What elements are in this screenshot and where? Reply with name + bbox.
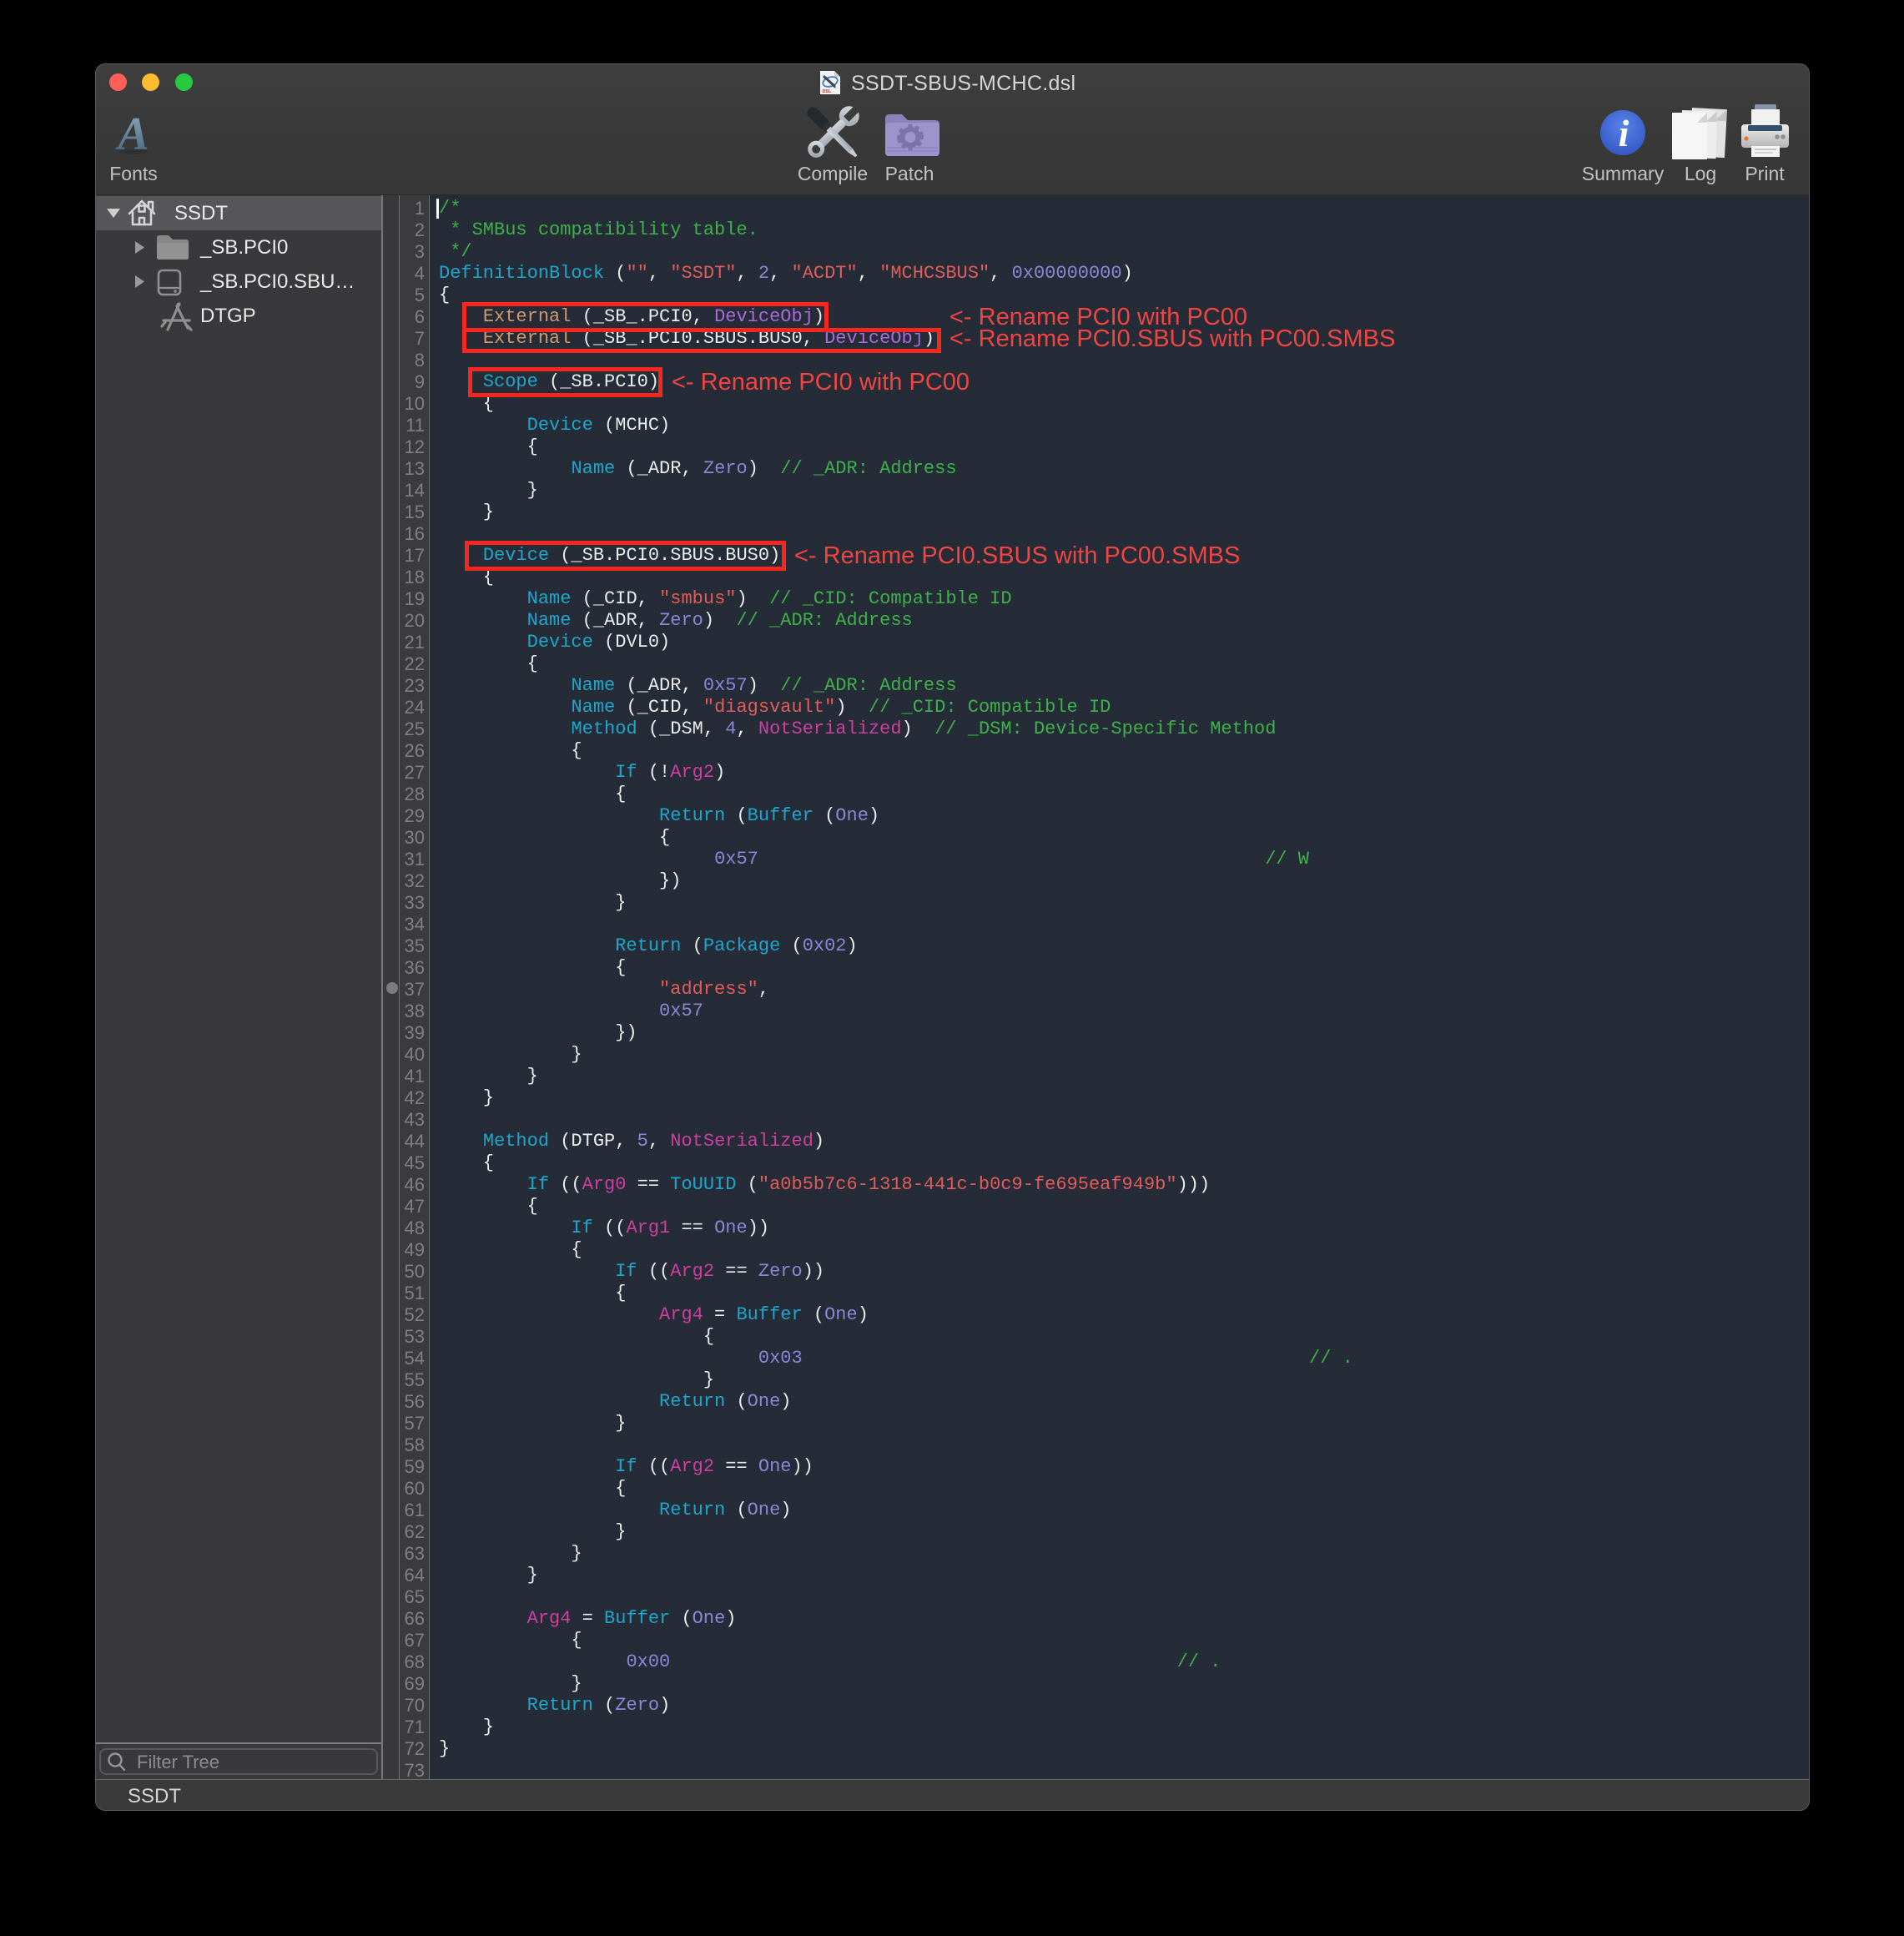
- svg-text:A: A: [115, 108, 149, 160]
- svg-text:i: i: [1619, 112, 1629, 154]
